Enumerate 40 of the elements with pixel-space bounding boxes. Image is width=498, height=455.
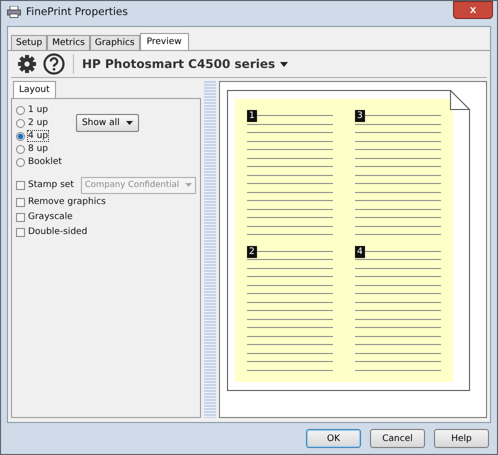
dialog-button[interactable]: Cancel <box>370 429 425 448</box>
caret-icon <box>126 121 133 125</box>
caret-icon <box>280 62 288 66</box>
radio-label: Booklet <box>28 157 62 167</box>
radio-button[interactable] <box>16 106 25 114</box>
checkbox-label: Remove graphics <box>28 197 106 207</box>
tab[interactable]: Setup <box>11 35 48 50</box>
printer-icon <box>7 6 21 18</box>
page-number: 1 <box>247 110 257 122</box>
checkbox-label: Double-sided <box>28 227 88 237</box>
printer-dropdown[interactable]: HP Photosmart C4500 series <box>82 57 288 71</box>
radio-label: 4 up <box>28 131 48 141</box>
tab[interactable]: Preview <box>140 33 189 50</box>
window-title: FinePrint Properties <box>26 6 128 18</box>
dialog-button[interactable]: OK <box>306 429 361 448</box>
radio-button[interactable] <box>16 132 25 140</box>
radio-label: 2 up <box>28 118 48 128</box>
radio-button[interactable] <box>16 158 25 166</box>
radio-button[interactable] <box>16 144 25 154</box>
tab[interactable]: Metrics <box>47 35 90 50</box>
help-icon[interactable] <box>43 53 65 75</box>
caret-icon <box>185 183 192 187</box>
radio-button[interactable] <box>16 118 25 128</box>
checkbox[interactable] <box>16 180 25 190</box>
page-number: 2 <box>247 246 257 258</box>
checkbox[interactable] <box>16 198 25 206</box>
radio-label: 8 up <box>28 144 48 154</box>
page-number: 3 <box>355 110 365 122</box>
tab[interactable]: Graphics <box>90 35 140 50</box>
page-number: 4 <box>355 246 365 258</box>
checkbox[interactable] <box>16 228 25 236</box>
checkbox-label: Stamp set <box>28 180 74 190</box>
dialog-button[interactable]: Help <box>434 429 489 448</box>
layout-tab[interactable]: Layout <box>13 81 56 98</box>
show-all-button[interactable]: Show all <box>76 114 139 132</box>
radio-label: 1 up <box>28 105 48 115</box>
checkbox[interactable] <box>16 212 25 222</box>
checkbox-label: Grayscale <box>28 212 73 222</box>
close-button[interactable]: x <box>453 1 493 19</box>
gear-icon[interactable] <box>17 54 37 74</box>
